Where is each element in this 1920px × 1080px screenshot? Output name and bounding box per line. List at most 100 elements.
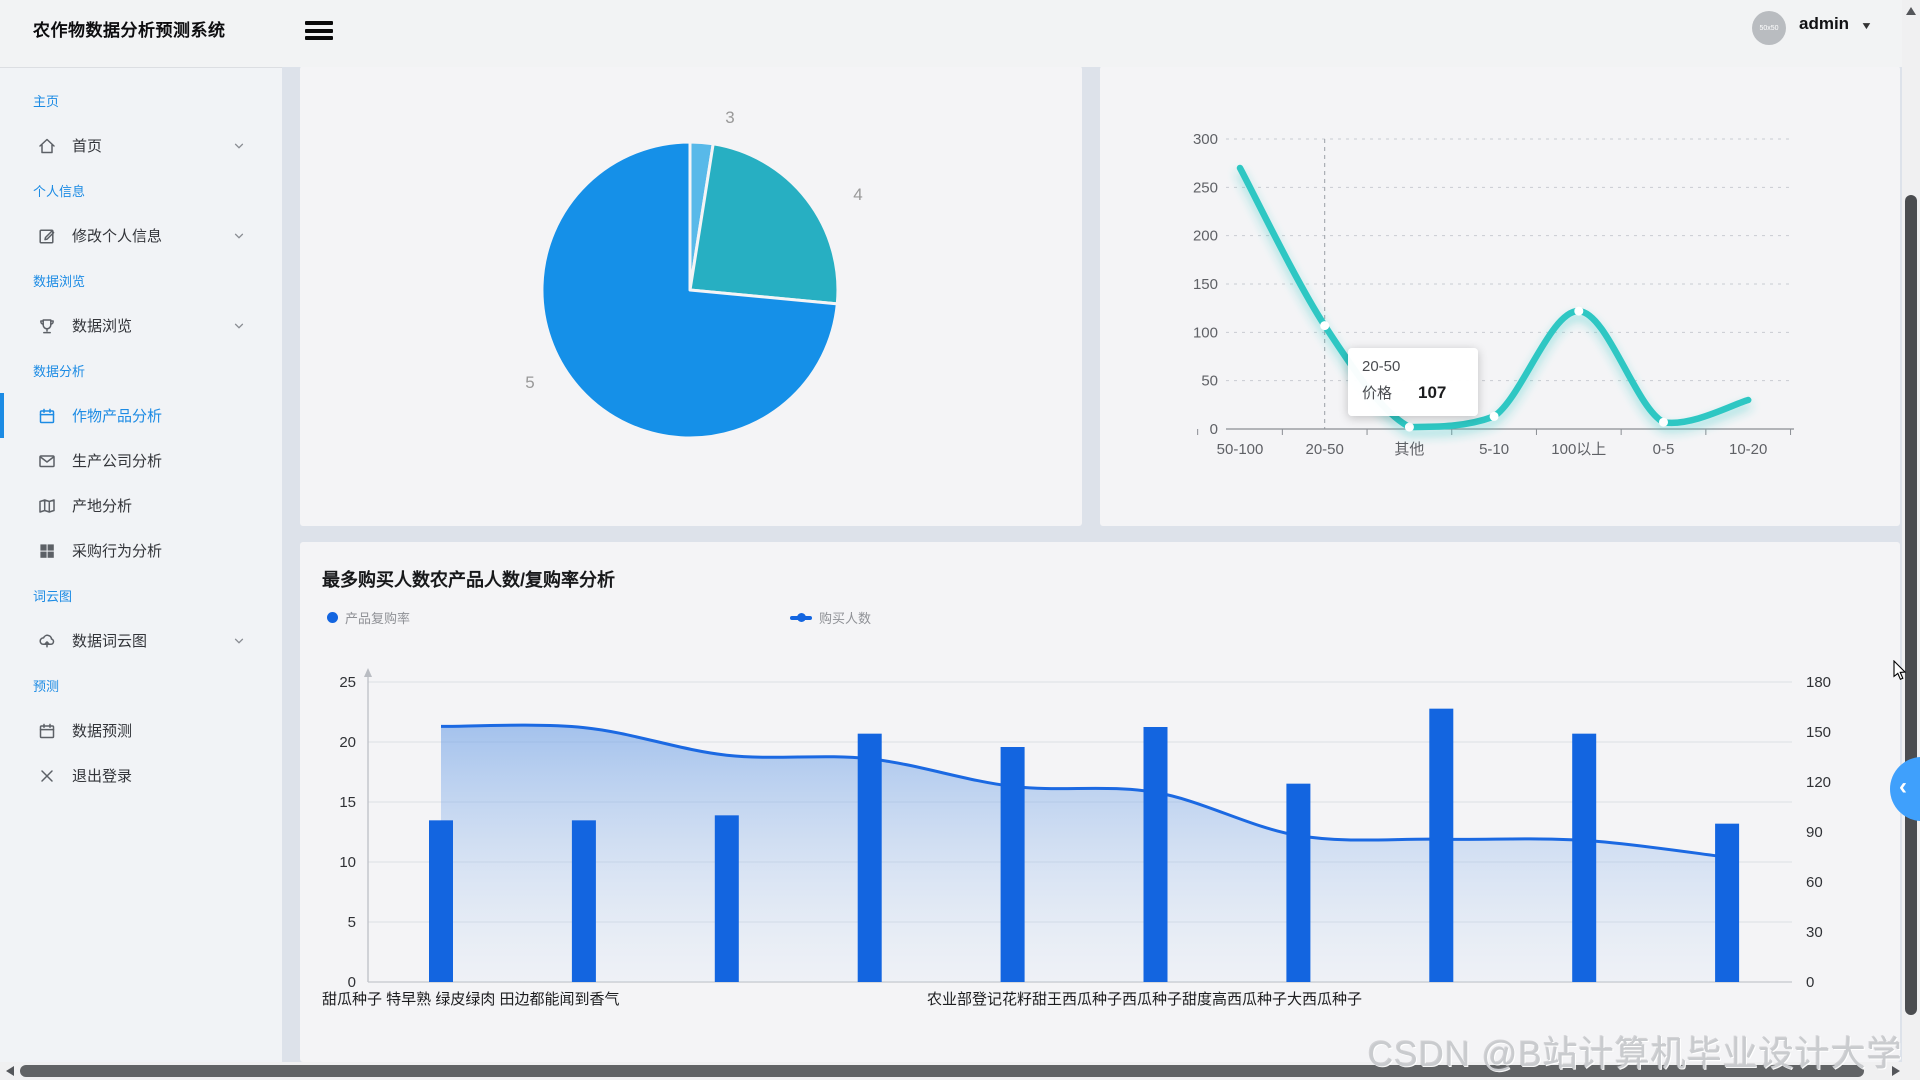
y-axis-tick-label: 0 [1210,421,1218,438]
sidebar-item-label: 采购行为分析 [72,540,162,561]
sidebar-item[interactable]: 数据浏览 [0,303,282,348]
envelope-icon [37,451,57,471]
sidebar: 主页首页个人信息修改个人信息数据浏览数据浏览数据分析作物产品分析生产公司分析产地… [0,67,282,1062]
sidebar-item-label: 退出登录 [72,765,132,786]
map-icon [37,496,57,516]
scroll-up-arrow-icon[interactable] [1906,7,1916,15]
sidebar-section-label: 词云图 [0,573,282,618]
header-bar: 农作物数据分析预测系统 50x50 admin ▼ [0,0,1920,67]
x-axis-category-label: 5-10 [1479,441,1509,458]
data-point-dot[interactable] [1574,307,1583,316]
sidebar-item[interactable]: 退出登录 [0,753,282,798]
data-point-dot[interactable] [1490,412,1499,421]
left-axis-tick-label: 5 [348,914,356,931]
chevron-down-icon [232,319,246,333]
app-title: 农作物数据分析预测系统 [33,16,226,41]
sidebar-item[interactable]: 产地分析 [0,483,282,528]
sidebar-item[interactable]: 数据预测 [0,708,282,753]
right-axis-tick-label: 120 [1806,774,1831,791]
buyers-bar[interactable] [715,815,739,982]
sidebar-item-label: 数据浏览 [72,315,132,336]
pie-slice-label: 4 [853,185,862,204]
chevron-down-icon [232,139,246,153]
x-axis-category-label: 0-5 [1653,441,1675,458]
x-axis-category-label: 其他 [1394,441,1424,458]
combo-chart-card: 最多购买人数农产品人数/复购率分析 产品复购率 购买人数 05101520250… [300,542,1900,1062]
buyers-bar[interactable] [1144,727,1168,982]
pie-slice-label: 3 [725,108,734,127]
right-axis-tick-label: 30 [1806,924,1823,941]
sidebar-item[interactable]: 数据词云图 [0,618,282,663]
app-window: 农作物数据分析预测系统 50x50 admin ▼ 主页首页个人信息修改个人信息… [0,0,1920,1080]
y-axis-tick-label: 100 [1193,324,1218,341]
calendar-icon [37,721,57,741]
sidebar-item-label: 生产公司分析 [72,450,162,471]
x-axis-category-label: 50-100 [1217,441,1264,458]
sidebar-item-label: 修改个人信息 [72,225,162,246]
avatar[interactable]: 50x50 [1752,11,1786,45]
buyers-bar[interactable] [1572,734,1596,982]
buyers-bar[interactable] [858,734,882,982]
pie-slice[interactable] [690,144,838,304]
sidebar-item-label: 首页 [72,135,102,156]
x-axis-category-label: 20-50 [1306,441,1344,458]
user-name[interactable]: admin [1799,14,1849,34]
tooltip-category: 20-50 [1362,358,1464,375]
edit-icon [37,226,57,246]
mouse-cursor [1892,660,1914,684]
price-line [1240,168,1748,427]
x-axis-category-label: 农业部登记花籽甜王西瓜种子西瓜种子甜度高西瓜种子大西瓜种子 [927,991,1362,1008]
axis-arrow [364,668,372,677]
trophy-icon [37,316,57,336]
data-point-dot[interactable] [1659,418,1668,427]
y-axis-tick-label: 50 [1201,373,1218,390]
chevron-left-icon: ‹ [1899,773,1907,801]
price-line-chart[interactable]: 05010015020025030050-10020-50其他5-10100以上… [1100,66,1900,526]
sidebar-section-label: 个人信息 [0,168,282,213]
left-axis-tick-label: 25 [339,674,356,691]
tooltip-value: 107 [1418,383,1446,403]
right-axis-tick-label: 150 [1806,724,1831,741]
data-point-dot[interactable] [1405,423,1414,432]
pie-chart[interactable]: 345 [300,66,1082,526]
left-axis-tick-label: 20 [339,734,356,751]
buyers-bar[interactable] [1715,824,1739,982]
sidebar-item[interactable]: 修改个人信息 [0,213,282,258]
data-point-dot[interactable] [1320,321,1329,330]
vertical-scrollbar[interactable] [1902,0,1920,1080]
left-axis-tick-label: 10 [339,854,356,871]
hamburger-menu-icon[interactable] [305,21,333,45]
line-chart-card: 05010015020025030050-10020-50其他5-10100以上… [1100,66,1900,526]
watermark: CSDN @B站计算机毕业设计大学 [1368,1026,1903,1077]
y-axis-tick-label: 200 [1193,228,1218,245]
user-chevron-down-icon[interactable]: ▼ [1860,20,1873,32]
right-axis-tick-label: 180 [1806,674,1831,691]
left-axis-tick-label: 15 [339,794,356,811]
sidebar-section-label: 数据分析 [0,348,282,393]
tooltip-series-label: 价格 [1362,382,1392,403]
scroll-left-arrow-icon[interactable] [6,1066,14,1076]
buyers-repurchase-chart[interactable]: 05101520250306090120150180甜瓜种子 特早熟 绿皮绿肉 … [300,542,1900,1062]
chevron-down-icon [232,229,246,243]
pie-chart-card: 345 [300,66,1082,526]
sidebar-item[interactable]: 生产公司分析 [0,438,282,483]
vertical-scroll-thumb[interactable] [1905,195,1917,1015]
sidebar-section-label: 数据浏览 [0,258,282,303]
sidebar-item[interactable]: 采购行为分析 [0,528,282,573]
sidebar-item[interactable]: 作物产品分析 [0,393,282,438]
buyers-bar[interactable] [1001,747,1025,982]
buyers-bar[interactable] [429,820,453,982]
right-axis-tick-label: 60 [1806,874,1823,891]
grid-icon [37,541,57,561]
x-axis-category-label: 10-20 [1729,441,1767,458]
sidebar-item-label: 数据词云图 [72,630,147,651]
sidebar-item-label: 数据预测 [72,720,132,741]
buyers-bar[interactable] [1286,784,1310,982]
buyers-bar[interactable] [572,820,596,982]
chart-tooltip: 20-50 价格 107 [1348,348,1478,416]
sidebar-item[interactable]: 首页 [0,123,282,168]
chevron-down-icon [232,634,246,648]
sidebar-section-label: 预测 [0,663,282,708]
x-axis-category-label: 100以上 [1551,441,1606,458]
buyers-bar[interactable] [1429,709,1453,982]
